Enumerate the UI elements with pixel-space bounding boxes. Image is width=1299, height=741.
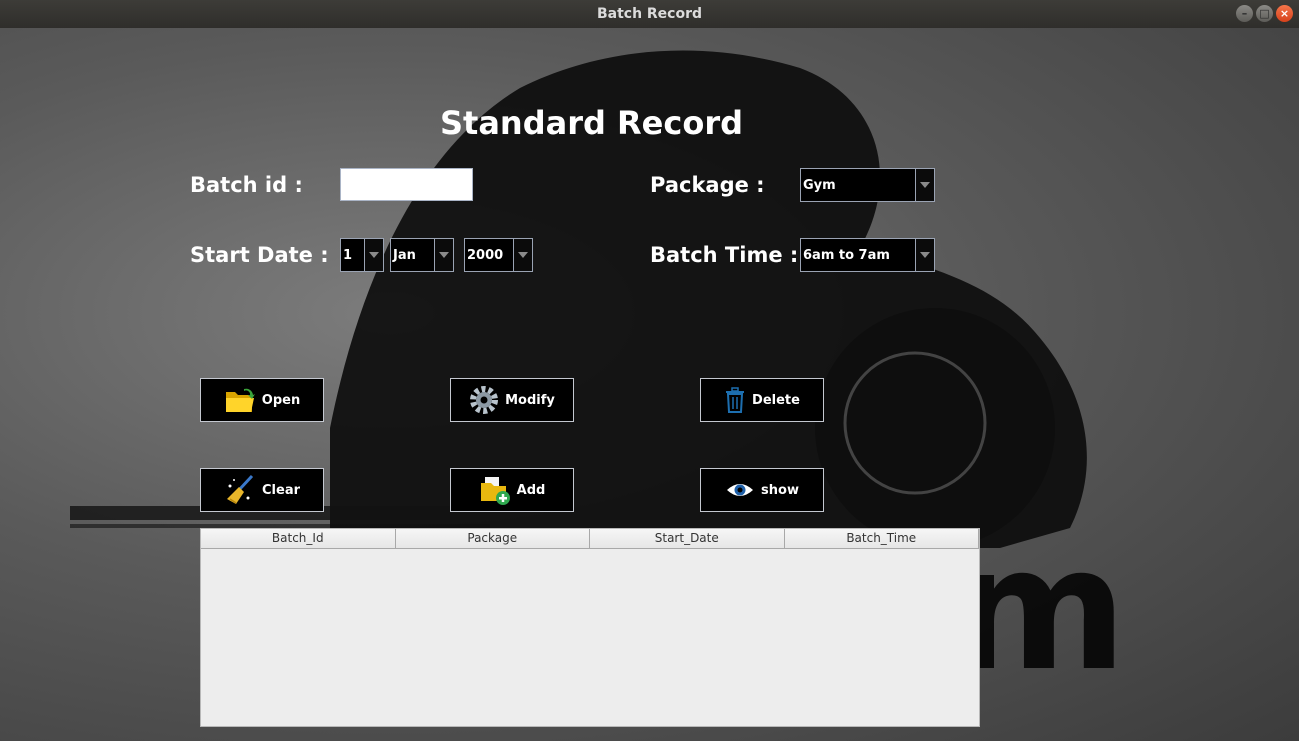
start-year-value: 2000 [465,239,514,271]
chevron-down-icon[interactable] [916,239,934,271]
chevron-down-icon[interactable] [514,239,532,271]
window-titlebar: Batch Record – □ × [0,0,1299,28]
start-date-label: Start Date : [190,243,329,267]
column-header-batch-id[interactable]: Batch_Id [201,529,396,549]
show-button-label: show [761,482,799,498]
clear-button-label: Clear [262,482,300,498]
add-button[interactable]: Add [450,468,574,512]
column-header-batch-time[interactable]: Batch_Time [784,529,979,549]
start-day-select[interactable]: 1 [340,238,384,272]
package-select[interactable]: Gym [800,168,935,202]
batch-id-input[interactable] [340,168,473,201]
start-month-value: Jan [391,239,435,271]
main-panel: m Standard Record Batch id : Package : G… [0,28,1299,741]
maximize-button[interactable]: □ [1256,5,1273,22]
column-header-start-date[interactable]: Start_Date [590,529,785,549]
column-header-package[interactable]: Package [395,529,590,549]
package-label: Package : [650,173,765,197]
modify-button-label: Modify [505,392,555,408]
clear-button[interactable]: Clear [200,468,324,512]
eye-icon [725,480,755,500]
chevron-down-icon[interactable] [916,169,934,201]
chevron-down-icon[interactable] [365,239,383,271]
delete-button[interactable]: Delete [700,378,824,422]
package-value: Gym [801,169,916,201]
open-button[interactable]: Open [200,378,324,422]
table-header: Batch_Id Package Start_Date Batch_Time [201,529,979,549]
broom-icon [224,474,256,506]
minimize-button[interactable]: – [1236,5,1253,22]
window-title: Batch Record [596,6,703,22]
chevron-down-icon[interactable] [435,239,453,271]
batch-id-label: Batch id : [190,173,303,197]
close-button[interactable]: × [1276,5,1293,22]
batch-time-value: 6am to 7am [801,239,916,271]
trash-icon [724,387,746,413]
batch-time-select[interactable]: 6am to 7am [800,238,935,272]
show-button[interactable]: show [700,468,824,512]
gear-icon [469,385,499,415]
modify-button[interactable]: Modify [450,378,574,422]
add-button-label: Add [516,482,546,498]
start-month-select[interactable]: Jan [390,238,454,272]
folder-add-icon [479,475,511,505]
batch-time-label: Batch Time : [650,243,799,267]
delete-button-label: Delete [752,392,800,408]
page-title: Standard Record [439,104,744,142]
window-controls: – □ × [1236,5,1293,22]
folder-open-icon [224,386,256,414]
start-day-value: 1 [341,239,365,271]
open-button-label: Open [261,392,301,408]
start-year-select[interactable]: 2000 [464,238,533,272]
batch-table[interactable]: Batch_Id Package Start_Date Batch_Time [200,528,980,727]
